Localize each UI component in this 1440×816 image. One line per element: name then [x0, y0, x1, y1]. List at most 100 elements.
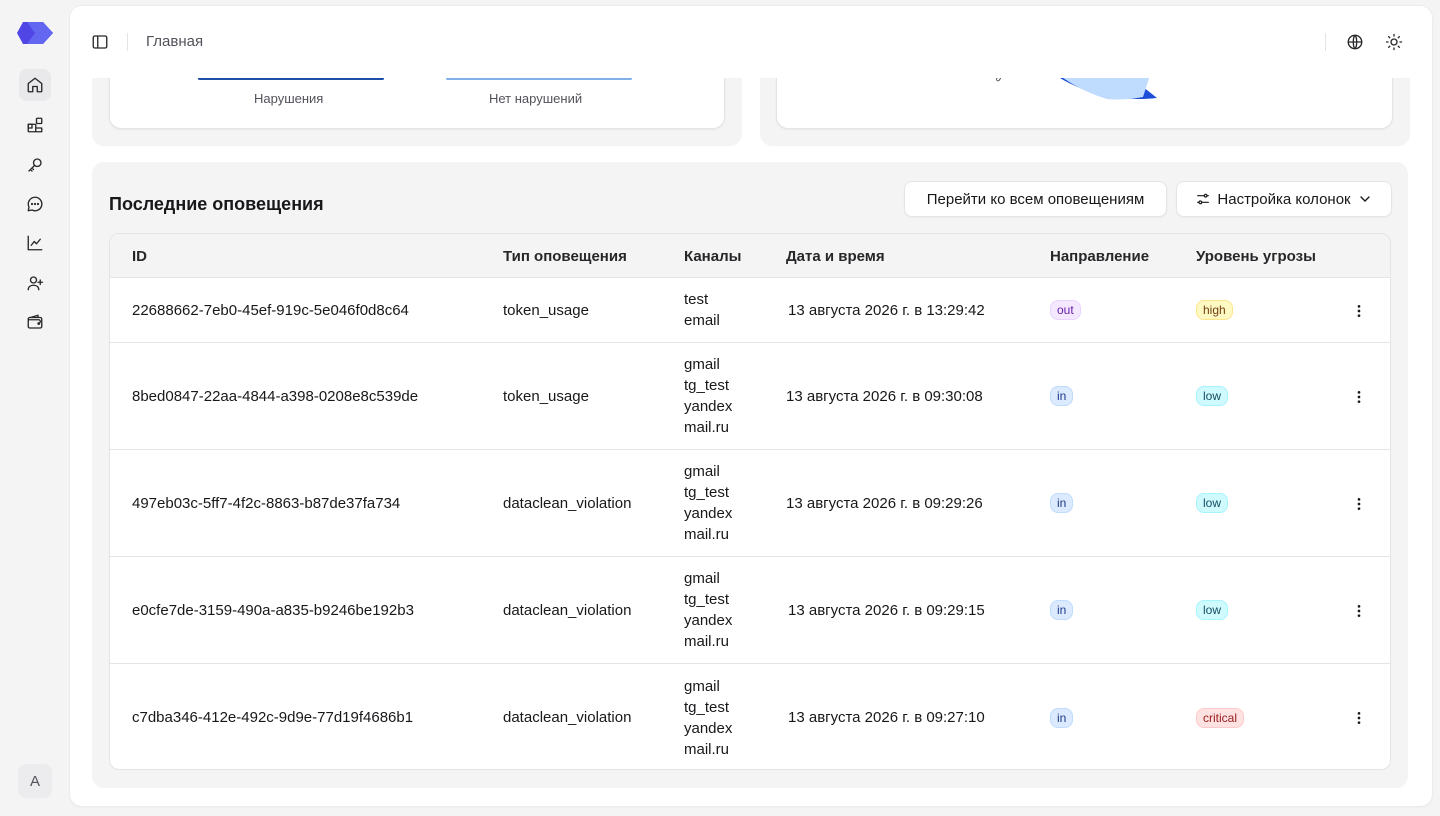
cell-id: 497eb03c-5ff7-4f2c-8863-b87de37fa734	[132, 494, 401, 512]
chart-icon	[27, 235, 43, 251]
cell-channels: gmail tg_test yandex mail.ru	[684, 450, 732, 556]
cell-datetime: 13 августа 2026 г. в 09:27:10	[788, 709, 985, 726]
chevron-down-icon	[1359, 196, 1370, 202]
cell-datetime: 13 августа 2026 г. в 09:30:08	[786, 387, 983, 405]
channel: gmail	[684, 570, 720, 587]
sidebar-item-messages[interactable]	[19, 188, 51, 220]
cell-datetime: 13 августа 2026 г. в 09:29:15	[788, 601, 985, 619]
avatar[interactable]: A	[18, 764, 52, 798]
channel: yandex	[684, 505, 733, 522]
more-vertical-icon	[1357, 305, 1361, 317]
recent-alerts-section: Последние оповещения Перейти ко всем опо…	[92, 162, 1408, 788]
channel: yandex	[684, 398, 733, 415]
direction-badge: in	[1050, 386, 1074, 406]
globe-icon	[1347, 34, 1363, 50]
view-all-alerts-button[interactable]: Перейти ко всем оповещениям	[904, 181, 1167, 217]
threat-badge: low	[1196, 493, 1229, 513]
cell-id: e0cfe7de-3159-490a-a835-b9246be192b3	[132, 601, 414, 619]
sidebar-item-users[interactable]	[19, 267, 51, 299]
direction-badge: in	[1050, 600, 1074, 620]
top-bar: Главная	[70, 6, 1432, 78]
header-id[interactable]: ID	[132, 248, 147, 265]
sidebar-item-analytics[interactable]	[19, 227, 51, 259]
table-row[interactable]: c7dba346-412e-492c-9d9e-77d19f4686b1 dat…	[110, 664, 1390, 769]
topbar-divider	[127, 33, 128, 51]
more-vertical-icon	[1357, 605, 1361, 617]
row-actions-button[interactable]	[1349, 708, 1369, 728]
cell-channels: test email	[684, 278, 720, 342]
sidebar-item-blocks[interactable]	[19, 109, 51, 141]
legend-violations: Нарушения	[254, 91, 324, 106]
channel: gmail	[684, 356, 720, 373]
threat-badge: high	[1196, 300, 1233, 320]
blocks-icon	[27, 117, 43, 133]
column-settings-label: Настройка колонок	[1217, 190, 1351, 208]
threat-badge: critical	[1196, 707, 1245, 728]
row-actions-button[interactable]	[1349, 301, 1369, 321]
column-settings-button[interactable]: Настройка колонок	[1176, 181, 1392, 217]
table-row[interactable]: 497eb03c-5ff7-4f2c-8863-b87de37fa734 dat…	[110, 450, 1390, 557]
channel: yandex	[684, 612, 733, 629]
sidebar-toggle-button[interactable]	[86, 28, 114, 56]
threat-badge: low	[1196, 386, 1229, 406]
table-header: ID Тип оповещения Каналы Дата и время На…	[110, 234, 1390, 278]
wallet-icon	[27, 314, 43, 329]
direction-badge: out	[1050, 300, 1081, 320]
home-icon	[27, 77, 43, 93]
cell-channels: gmail tg_test yandex mail.ru	[684, 664, 733, 769]
row-actions-button[interactable]	[1349, 601, 1369, 621]
row-actions-button[interactable]	[1349, 494, 1369, 514]
cell-channels: gmail tg_test yandex mail.ru	[684, 343, 732, 449]
more-vertical-icon	[1357, 498, 1361, 510]
view-all-alerts-label: Перейти ко всем оповещениям	[926, 190, 1145, 208]
header-channels[interactable]: Каналы	[684, 248, 741, 265]
sliders-icon	[1197, 193, 1210, 205]
more-vertical-icon	[1357, 391, 1361, 403]
alerts-table: ID Тип оповещения Каналы Дата и время На…	[109, 233, 1391, 770]
header-datetime[interactable]: Дата и время	[786, 248, 885, 265]
table-row[interactable]: 8bed0847-22aa-4844-a398-0208e8c539de tok…	[110, 343, 1390, 450]
cell-id: c7dba346-412e-492c-9d9e-77d19f4686b1	[132, 709, 414, 726]
cell-type: token_usage	[503, 387, 589, 405]
channel: yandex	[684, 719, 733, 737]
table-row[interactable]: e0cfe7de-3159-490a-a835-b9246be192b3 dat…	[110, 557, 1390, 664]
sun-icon	[1385, 33, 1403, 51]
cell-id: 22688662-7eb0-45ef-919c-5e046f0d8c64	[132, 301, 409, 319]
main-content: Нарушения Нет нарушений 38.9% Главная По…	[70, 6, 1432, 806]
sidebar-item-wallet[interactable]	[19, 306, 51, 338]
breadcrumb[interactable]: Главная	[146, 33, 203, 50]
sidebar-toggle-icon	[92, 35, 108, 49]
topbar-divider-right	[1325, 33, 1326, 51]
cell-datetime: 13 августа 2026 г. в 13:29:42	[788, 301, 985, 319]
theme-toggle-button[interactable]	[1380, 28, 1408, 56]
channel: mail.ru	[684, 740, 730, 758]
channel: tg_test	[684, 591, 730, 608]
channel: tg_test	[684, 484, 730, 501]
more-vertical-icon	[1357, 712, 1361, 724]
table-row[interactable]: 22688662-7eb0-45ef-919c-5e046f0d8c64 tok…	[110, 278, 1390, 343]
cell-type: token_usage	[503, 301, 589, 319]
sidebar-item-keys[interactable]	[19, 149, 51, 181]
header-direction[interactable]: Направление	[1050, 248, 1149, 265]
chat-icon	[27, 196, 43, 212]
channel: gmail	[684, 463, 720, 480]
direction-badge: in	[1050, 493, 1074, 513]
channel: email	[684, 312, 720, 329]
cell-channels: gmail tg_test yandex mail.ru	[684, 557, 732, 663]
channel: mail.ru	[684, 633, 730, 650]
channel: mail.ru	[684, 419, 730, 436]
left-rail: A	[0, 0, 70, 816]
channel: mail.ru	[684, 526, 730, 543]
cell-datetime: 13 августа 2026 г. в 09:29:26	[786, 494, 983, 512]
user-plus-icon	[27, 276, 44, 291]
sidebar-item-home[interactable]	[19, 69, 51, 101]
header-type[interactable]: Тип оповещения	[503, 248, 627, 265]
app-logo-icon[interactable]	[17, 22, 53, 44]
header-threat[interactable]: Уровень угрозы	[1196, 248, 1316, 265]
cell-type: dataclean_violation	[503, 601, 632, 619]
channel: tg_test	[684, 377, 730, 394]
threat-badge: low	[1196, 600, 1229, 620]
language-button[interactable]	[1341, 28, 1369, 56]
key-icon	[28, 158, 42, 172]
row-actions-button[interactable]	[1349, 387, 1369, 407]
